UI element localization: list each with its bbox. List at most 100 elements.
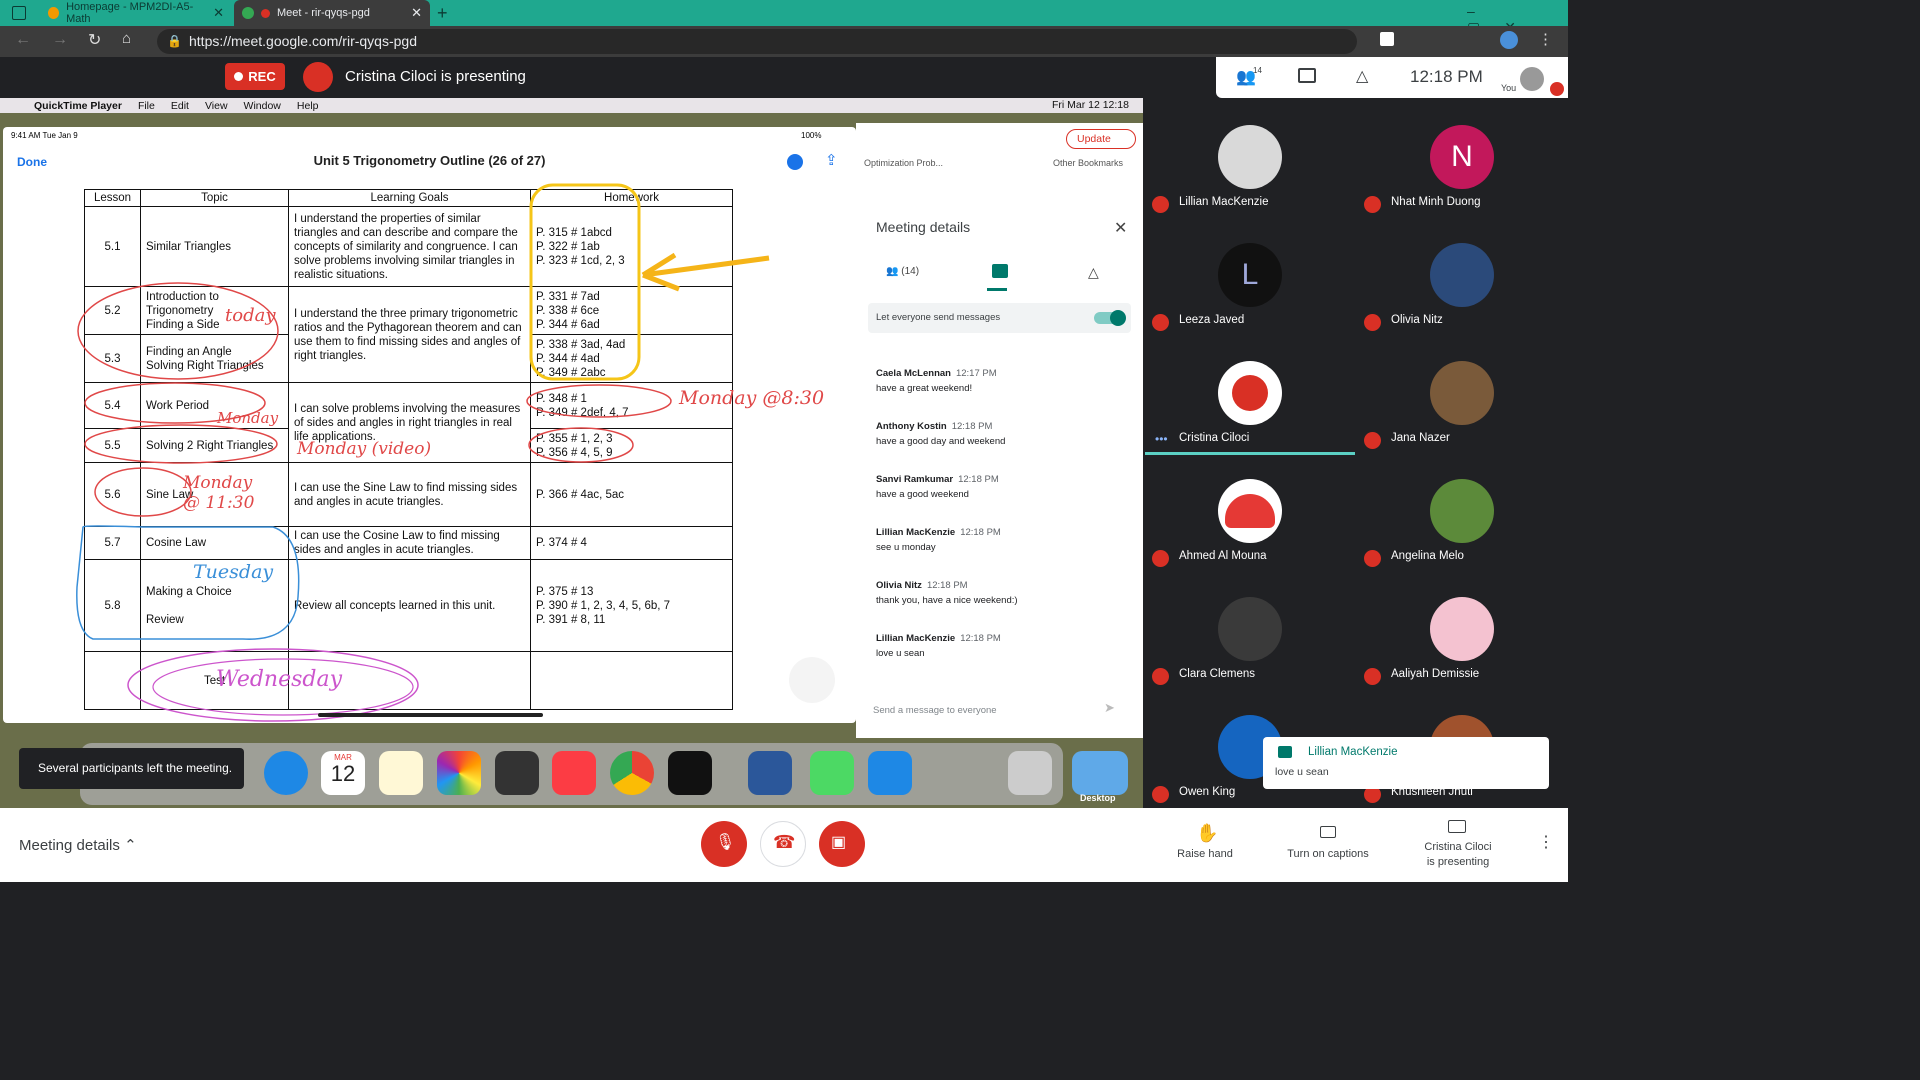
- new-tab-icon[interactable]: +: [437, 3, 448, 24]
- meeting-details-button[interactable]: Meeting details ⌃: [19, 836, 137, 854]
- participant-tile[interactable]: Jana Nazer: [1355, 338, 1567, 456]
- camera-off-button[interactable]: ▣: [819, 821, 865, 867]
- home-icon[interactable]: ⌂: [122, 30, 131, 47]
- chrome-icon[interactable]: [610, 751, 654, 795]
- bookmark-item[interactable]: Optimization Prob...: [864, 158, 943, 168]
- participant-tile[interactable]: Ahmed Al Mouna: [1143, 456, 1355, 574]
- notification-sender: Lillian MacKenzie: [1308, 746, 1398, 758]
- mail-icon[interactable]: [868, 751, 912, 795]
- mic-off-icon: [1152, 196, 1169, 213]
- back-icon[interactable]: ←: [15, 31, 31, 49]
- annotation-monday-video: Monday (video): [297, 439, 432, 459]
- mic-off-icon: 🎙: [715, 834, 736, 851]
- photos-icon[interactable]: [437, 751, 481, 795]
- meeting-time: 12:18 PM: [1410, 67, 1483, 86]
- close-tab-icon[interactable]: ✕: [411, 5, 422, 21]
- home-indicator: [318, 713, 543, 717]
- forward-icon[interactable]: →: [52, 31, 68, 49]
- toggle-switch[interactable]: [1094, 310, 1126, 326]
- avatar: [1430, 597, 1494, 661]
- camera-off-icon: ▣: [831, 834, 847, 851]
- chevron-up-icon: ⌃: [124, 837, 137, 854]
- menu-view: View: [204, 99, 228, 112]
- active-tab-indicator: [987, 288, 1007, 291]
- speaking-dots-icon: •••: [1155, 432, 1168, 446]
- participant-name: Nhat Minh Duong: [1391, 196, 1481, 208]
- people-tab[interactable]: 👥 (14): [886, 266, 919, 277]
- rec-dot-icon: [234, 72, 244, 81]
- participant-name: Clara Clemens: [1179, 668, 1256, 680]
- other-bookmarks[interactable]: Other Bookmarks: [1053, 158, 1123, 168]
- safari-icon[interactable]: [264, 751, 308, 795]
- participants-left-toast: Several participants left the meeting.: [19, 748, 244, 789]
- tab-meet[interactable]: Meet - rir-qyqs-pgd ✕: [234, 0, 430, 26]
- browser-tab-strip: Homepage - MPM2DI-A5-Math ✕ Meet - rir-q…: [0, 0, 1568, 35]
- more-options-icon[interactable]: ⋮: [1538, 832, 1554, 852]
- url-field[interactable]: 🔒 https://meet.google.com/rir-qyqs-pgd: [157, 29, 1357, 54]
- menu-window: Window: [243, 99, 281, 112]
- chat-notification[interactable]: Lillian MacKenzie love u sean: [1263, 737, 1549, 789]
- avatar: [1218, 361, 1282, 425]
- captions-button[interactable]: Turn on captions: [1280, 848, 1376, 860]
- participant-tile[interactable]: L Leeza Javed: [1143, 220, 1355, 338]
- tab-homepage[interactable]: Homepage - MPM2DI-A5-Math ✕: [40, 0, 232, 26]
- desktop-label: Desktop: [1080, 793, 1116, 803]
- circle-hw-5-4: [526, 384, 672, 418]
- calculator-icon[interactable]: [495, 751, 539, 795]
- notes-icon[interactable]: [379, 751, 423, 795]
- self-avatar[interactable]: [1520, 67, 1544, 91]
- participant-tile[interactable]: Lillian MacKenzie: [1143, 102, 1355, 220]
- participant-tile[interactable]: Aaliyah Demissie: [1355, 574, 1567, 692]
- chat-message: Lillian MacKenzie 12:18 PM love u sean: [876, 633, 1001, 659]
- update-button[interactable]: Update: [1066, 129, 1136, 149]
- chat-input[interactable]: Send a message to everyone: [873, 705, 997, 716]
- present-icon[interactable]: [1448, 820, 1466, 833]
- participant-tile-speaking[interactable]: ••• Cristina Ciloci: [1143, 338, 1355, 456]
- desktop-folder-icon[interactable]: [1072, 751, 1128, 795]
- messages-icon[interactable]: [810, 751, 854, 795]
- raise-hand-button[interactable]: Raise hand: [1170, 848, 1240, 860]
- presenting-text: Cristina Ciloci is presenting: [345, 68, 526, 85]
- presenting-button[interactable]: Cristina Ciloci is presenting: [1410, 840, 1506, 870]
- avatar: [1218, 125, 1282, 189]
- avatar: N: [1430, 125, 1494, 189]
- activities-tab-icon[interactable]: △: [1088, 264, 1099, 281]
- activities-icon[interactable]: △: [1356, 66, 1368, 86]
- annotation-monday-1130: Monday @ 11:30: [183, 473, 255, 513]
- presenting-indicator: [1145, 452, 1355, 455]
- avatar: [1430, 361, 1494, 425]
- chat-message: Olivia Nitz 12:18 PM thank you, have a nic…: [876, 580, 1018, 606]
- close-tab-icon[interactable]: ✕: [213, 5, 224, 21]
- music-icon[interactable]: [552, 751, 596, 795]
- captions-icon[interactable]: [1320, 826, 1336, 838]
- toggle-label: Let everyone send messages: [876, 312, 1001, 323]
- word-icon[interactable]: [748, 751, 792, 795]
- leave-call-button[interactable]: ☎: [760, 821, 806, 867]
- chat-tab-icon[interactable]: [992, 264, 1008, 278]
- send-icon[interactable]: ➤: [1104, 700, 1115, 716]
- annotation-layer: [76, 183, 770, 722]
- quicktime-icon[interactable]: [668, 751, 712, 795]
- rec-label: REC: [248, 69, 276, 84]
- participant-tile[interactable]: N Nhat Minh Duong: [1355, 102, 1567, 220]
- participant-tile[interactable]: Olivia Nitz: [1355, 220, 1567, 338]
- raise-hand-icon[interactable]: ✋: [1196, 823, 1218, 844]
- mic-off-button[interactable]: 🎙: [701, 821, 747, 867]
- extension-play-icon[interactable]: [1380, 32, 1394, 46]
- reload-icon[interactable]: ↻: [88, 30, 101, 50]
- hangup-icon: ☎: [773, 832, 796, 852]
- participant-tile[interactable]: Clara Clemens: [1143, 574, 1355, 692]
- calendar-icon[interactable]: MAR 12: [321, 751, 365, 795]
- participant-tile[interactable]: Angelina Melo: [1355, 456, 1567, 574]
- chat-icon[interactable]: [1298, 68, 1316, 83]
- menu-dots-icon[interactable]: ⋮: [1538, 30, 1553, 48]
- profile-icon[interactable]: [1500, 31, 1518, 49]
- tab-actions-icon[interactable]: [12, 6, 26, 20]
- trash-icon[interactable]: [1008, 751, 1052, 795]
- chat-message: Lillian MacKenzie 12:18 PM see u monday: [876, 527, 1001, 553]
- pencil-tool-icon[interactable]: [789, 657, 835, 703]
- close-icon[interactable]: ✕: [1114, 218, 1127, 238]
- menu-edit: Edit: [170, 99, 189, 112]
- mic-off-icon: [1152, 668, 1169, 685]
- calendar-day: 12: [330, 761, 356, 786]
